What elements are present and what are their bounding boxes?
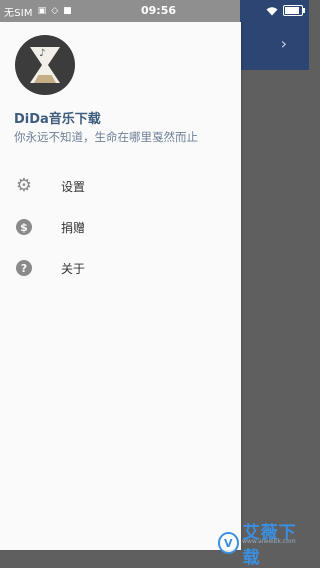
menu-item-label: 设置 <box>61 179 86 194</box>
menu-item-settings[interactable]: ⚙ 设置 <box>0 168 241 204</box>
settings-gear-icon: ⚙ <box>15 175 33 196</box>
chevron-right-icon[interactable]: › <box>281 36 287 52</box>
battery-icon <box>283 5 305 16</box>
menu-item-about[interactable]: ? 关于 <box>0 250 241 286</box>
menu-item-label: 捐赠 <box>61 220 86 235</box>
app-logo-hourglass-icon: ♪ <box>15 35 75 95</box>
menu-item-donate[interactable]: $ 捐赠 <box>0 209 241 245</box>
menu-item-label: 关于 <box>61 261 86 276</box>
clock: 09:56 <box>141 4 177 17</box>
app-slogan: 你永远不知道，生命在哪里戛然而止 <box>14 130 198 144</box>
app-title: DiDa音乐下载 <box>14 112 101 127</box>
dollar-coin-icon: $ <box>15 218 33 236</box>
status-bar-left: 无SIM ▣ ◇ ■ <box>0 0 240 22</box>
status-bar-right <box>266 5 305 16</box>
navigation-drawer: ♪ DiDa音乐下载 你永远不知道，生命在哪里戛然而止 ⚙ 设置 $ 捐赠 ? … <box>0 22 241 550</box>
watermark-url: www.aiweibk.com <box>242 538 296 545</box>
vibrate-icon: ◇ <box>51 6 59 16</box>
wifi-icon <box>266 6 278 15</box>
watermark: V 艾薇下载 www.aiweibk.com <box>218 518 309 568</box>
sim-icon: ▣ <box>37 6 47 16</box>
status-bar: 无SIM ▣ ◇ ■ 09:56 <box>0 0 309 22</box>
notification-icon: ■ <box>63 6 72 16</box>
carrier-label: 无SIM <box>4 7 33 19</box>
help-question-icon: ? <box>15 259 33 277</box>
watermark-logo-icon: V <box>218 532 239 554</box>
